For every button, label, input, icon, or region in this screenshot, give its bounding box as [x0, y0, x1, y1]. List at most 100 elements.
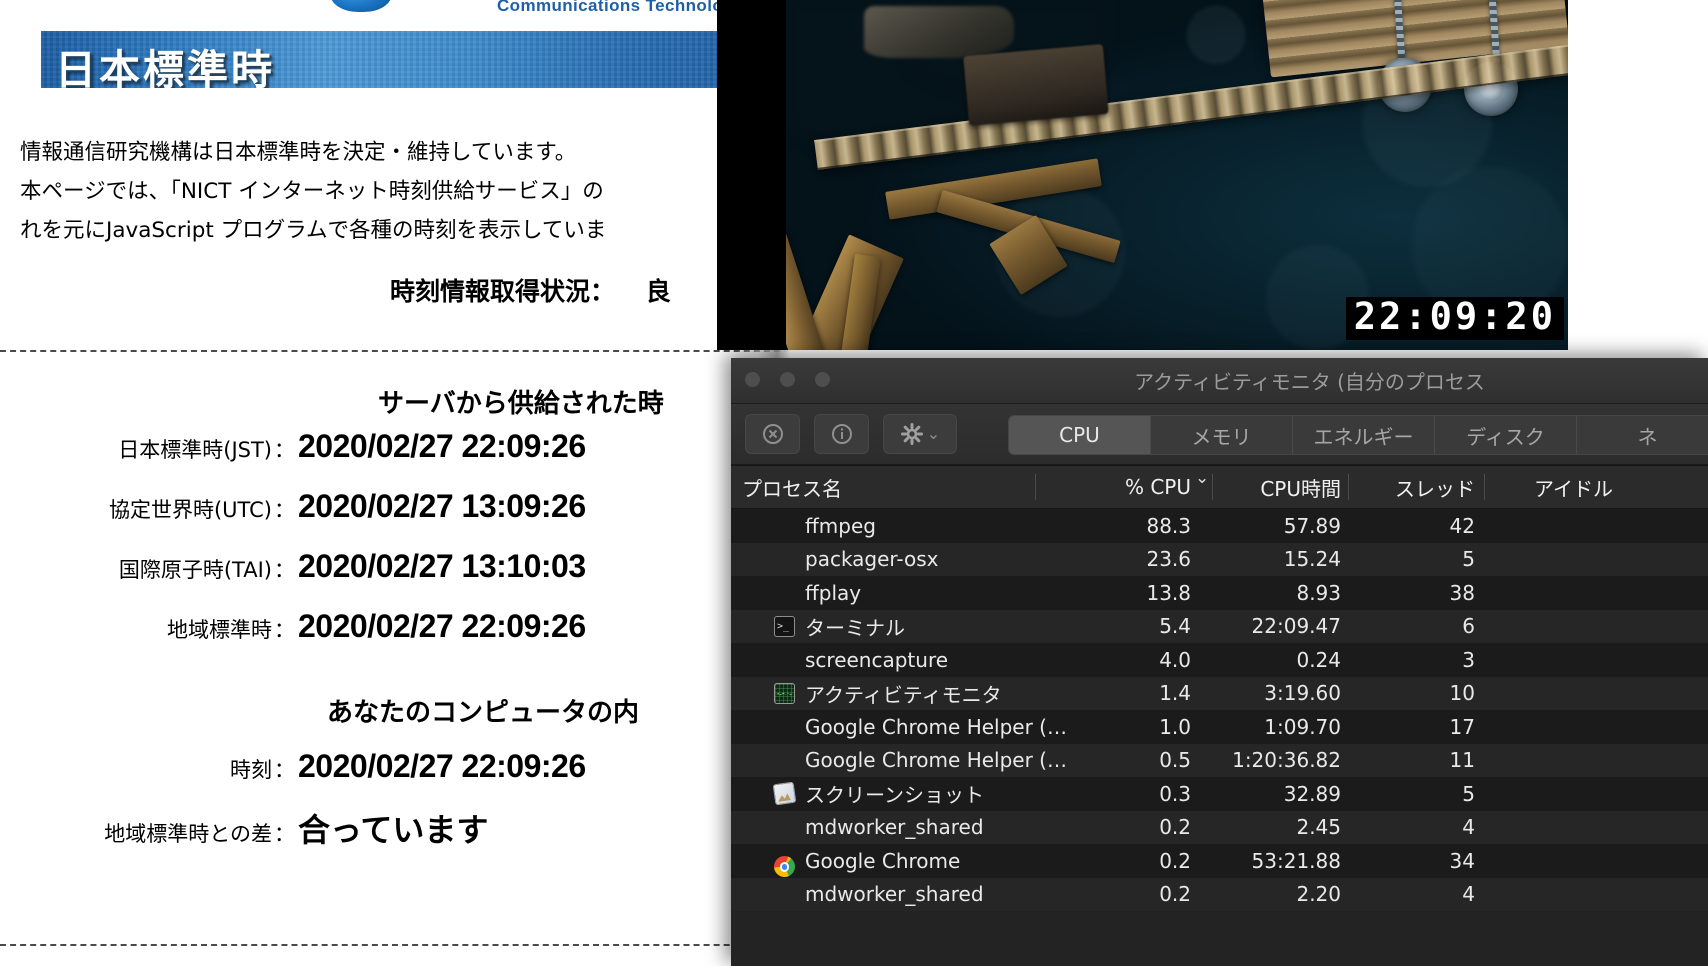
- time-fetch-status-label: 時刻情報取得状況：: [390, 277, 616, 306]
- table-row[interactable]: Google Chrome Helper (… 0.5 1:20:36.82 1…: [731, 743, 1708, 777]
- time-row-jst-colon: ：: [274, 438, 295, 462]
- column-separator-4[interactable]: [1484, 474, 1485, 500]
- process-name: ffplay: [805, 580, 862, 605]
- table-row[interactable]: Google Chrome Helper (… 1.0 1:09.70 17: [731, 710, 1708, 744]
- column-header-idle-wakeups[interactable]: アイドル: [1495, 473, 1613, 502]
- time-row-computer-clock-label: 時刻: [230, 758, 272, 782]
- process-cpu-percent: 13.8: [1146, 580, 1191, 605]
- process-name: ffmpeg: [805, 513, 876, 538]
- time-row-clock-difference-value: 合っています: [298, 811, 489, 849]
- process-cpu-time: 1:20:36.82: [1232, 748, 1341, 773]
- process-threads: 11: [1449, 748, 1475, 773]
- time-row-utc-value: 2020/02/27 13:09:26: [298, 488, 586, 524]
- table-row[interactable]: スクリーンショット 0.3 32.89 5: [731, 777, 1708, 811]
- process-table-header[interactable]: プロセス名 % CPU ⌄ CPU時間 スレッド アイドル: [731, 465, 1708, 509]
- time-row-regional-colon: ：: [274, 618, 295, 642]
- activity-monitor-window[interactable]: アクティビティモニタ (自分のプロセス ⌄ CPU メモリ エネルギー ディスク…: [731, 358, 1708, 966]
- column-separator-3[interactable]: [1348, 474, 1349, 500]
- intro-paragraph-line-3: れを元にJavaScript プログラムで各種の時刻を表示していま: [20, 218, 607, 243]
- video-letterbox-left: [717, 0, 786, 350]
- table-row[interactable]: >_ ターミナル 5.4 22:09.47 6: [731, 609, 1708, 643]
- tab-energy[interactable]: エネルギー: [1293, 416, 1435, 454]
- time-row-tai: 国際原子時(TAI) ： 2020/02/27 13:10:03: [0, 548, 730, 594]
- tab-memory[interactable]: メモリ: [1151, 416, 1293, 454]
- intro-paragraph-line-1: 情報通信研究機構は日本標準時を決定・維持しています。: [20, 140, 577, 165]
- time-row-clock-difference-label: 地域標準時との差: [104, 822, 272, 846]
- time-row-computer-clock: 時刻 ： 2020/02/27 22:09:26: [0, 748, 730, 794]
- activity-monitor-toolbar[interactable]: ⌄ CPU メモリ エネルギー ディスク ネ: [731, 404, 1708, 465]
- column-separator-2[interactable]: [1212, 474, 1213, 500]
- process-threads: 10: [1449, 681, 1475, 706]
- process-cpu-percent: 0.3: [1159, 781, 1191, 806]
- time-row-regional-label: 地域標準時: [167, 618, 272, 642]
- stop-process-icon: [762, 424, 783, 444]
- inspect-process-button[interactable]: [814, 414, 869, 454]
- time-row-utc: 協定世界時(UTC) ： 2020/02/27 13:09:26: [0, 488, 730, 534]
- table-row[interactable]: アクティビティモニタ 1.4 3:19.60 10: [731, 676, 1708, 710]
- table-row[interactable]: packager-osx 23.6 15.24 5: [731, 542, 1708, 576]
- activity-monitor-titlebar[interactable]: アクティビティモニタ (自分のプロセス: [731, 358, 1708, 404]
- tab-network[interactable]: ネ: [1577, 416, 1708, 454]
- time-row-clock-difference: 地域標準時との差 ： 合っています: [0, 805, 730, 851]
- process-cpu-time: 22:09.47: [1251, 614, 1341, 639]
- time-row-utc-label: 協定世界時(UTC): [108, 498, 272, 522]
- column-header-cpu-time[interactable]: CPU時間: [1223, 473, 1341, 502]
- table-row[interactable]: Google Chrome 0.2 53:21.88 34: [731, 844, 1708, 878]
- tab-cpu[interactable]: CPU: [1009, 416, 1151, 454]
- column-separator-1[interactable]: [1035, 474, 1036, 500]
- column-header-threads[interactable]: スレッド: [1357, 473, 1475, 502]
- process-cpu-percent: 0.2: [1159, 815, 1191, 840]
- nict-logo-strip: Communications Technology: [0, 0, 790, 20]
- process-name: Google Chrome Helper (…: [805, 748, 1067, 773]
- process-cpu-time: 2.45: [1296, 815, 1341, 840]
- video-player-window[interactable]: 22:09:20: [717, 0, 1568, 350]
- time-row-jst-value: 2020/02/27 22:09:26: [298, 428, 586, 464]
- jst-banner: 日本標準時: [41, 31, 790, 88]
- window-title: アクティビティモニタ (自分のプロセス: [1134, 370, 1485, 394]
- process-name: mdworker_shared: [805, 882, 984, 907]
- process-name: アクティビティモニタ: [805, 682, 1002, 707]
- process-cpu-time: 53:21.88: [1251, 848, 1341, 873]
- chrome-icon: [774, 856, 795, 878]
- process-cpu-time: 3:19.60: [1264, 681, 1341, 706]
- video-timestamp-overlay: 22:09:20: [1345, 297, 1564, 340]
- column-header-process-name[interactable]: プロセス名: [742, 473, 842, 502]
- process-list[interactable]: ffmpeg 88.3 57.89 42 packager-osx 23.6 1…: [731, 509, 1708, 911]
- table-row[interactable]: ffplay 13.8 8.93 38: [731, 576, 1708, 610]
- process-threads: 17: [1449, 714, 1475, 739]
- time-row-jst-label: 日本標準時(JST): [118, 438, 272, 462]
- process-cpu-percent: 1.0: [1159, 714, 1191, 739]
- process-cpu-time: 1:09.70: [1264, 714, 1341, 739]
- table-row[interactable]: screencapture 4.0 0.24 3: [731, 643, 1708, 677]
- screenshot-app-icon: [772, 781, 797, 806]
- inspect-process-icon: [831, 424, 852, 444]
- sort-descending-icon: ⌄: [1195, 468, 1210, 488]
- process-cpu-percent: 5.4: [1159, 614, 1191, 639]
- activity-monitor-icon: [774, 682, 795, 704]
- time-row-tai-value: 2020/02/27 13:10:03: [298, 548, 586, 584]
- process-name: packager-osx: [805, 547, 939, 572]
- time-fetch-status-value: 良: [645, 277, 671, 306]
- process-threads: 6: [1462, 614, 1475, 639]
- column-header-cpu-percent[interactable]: % CPU: [1061, 475, 1191, 499]
- process-name: ターミナル: [805, 615, 905, 640]
- process-cpu-time: 15.24: [1283, 547, 1341, 572]
- time-row-tai-colon: ：: [274, 558, 295, 582]
- process-name: mdworker_shared: [805, 815, 984, 840]
- tab-disk[interactable]: ディスク: [1435, 416, 1577, 454]
- view-tabs[interactable]: CPU メモリ エネルギー ディスク ネ: [1008, 415, 1708, 455]
- table-row[interactable]: mdworker_shared 0.2 2.45 4: [731, 810, 1708, 844]
- view-options-button[interactable]: ⌄: [883, 414, 957, 454]
- process-threads: 3: [1462, 647, 1475, 672]
- stop-process-button[interactable]: [745, 414, 800, 454]
- process-cpu-percent: 88.3: [1146, 513, 1191, 538]
- process-cpu-time: 2.20: [1296, 882, 1341, 907]
- table-row[interactable]: ffmpeg 88.3 57.89 42: [731, 509, 1708, 543]
- process-threads: 38: [1449, 580, 1475, 605]
- process-cpu-time: 32.89: [1283, 781, 1341, 806]
- nict-logo-icon: [330, 0, 392, 12]
- time-row-regional-value: 2020/02/27 22:09:26: [298, 608, 586, 644]
- process-threads: 4: [1462, 815, 1475, 840]
- table-row[interactable]: mdworker_shared 0.2 2.20 4: [731, 877, 1708, 911]
- process-cpu-time: 57.89: [1283, 513, 1341, 538]
